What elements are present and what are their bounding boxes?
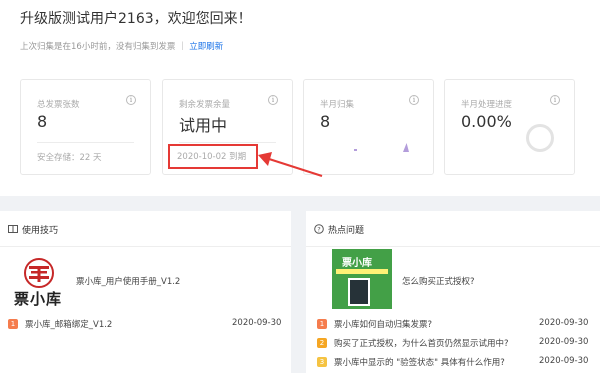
card-divider bbox=[37, 142, 134, 143]
faq-thumbnail[interactable]: 票小库 bbox=[332, 249, 392, 309]
svg-text:?: ? bbox=[317, 226, 320, 234]
rank-badge: 2 bbox=[317, 338, 327, 348]
rank-badge: 1 bbox=[317, 319, 327, 329]
card-title: 剩余发票余量 bbox=[179, 100, 231, 110]
tips-panel: 使用技巧 票小库 票小库_用户使用手册_V1.2 1 票小库_邮箱绑定_V1.2… bbox=[0, 211, 291, 373]
tips-panel-header: 使用技巧 bbox=[0, 211, 291, 247]
item-date: 2020-09-30 bbox=[539, 318, 589, 328]
list-item[interactable]: 2 购买了正式授权，为什么首页仍然显示试用中? 2020-09-30 bbox=[317, 337, 597, 351]
info-icon[interactable]: i bbox=[409, 95, 419, 105]
book-icon bbox=[8, 225, 18, 233]
item-link[interactable]: 票小库中显示的 "验签状态" 具体有什么作用? bbox=[334, 356, 505, 368]
featured-faq-link[interactable]: 怎么购买正式授权? bbox=[402, 275, 475, 287]
rank-badge: 3 bbox=[317, 357, 327, 367]
last-collection-text: 上次归集是在16小时前，没有归集到发票 ｜ bbox=[20, 42, 187, 52]
card-divider bbox=[179, 142, 276, 143]
list-item[interactable]: 3 票小库中显示的 "验签状态" 具体有什么作用? 2020-09-30 bbox=[317, 356, 597, 370]
card-value: 0.00% bbox=[461, 112, 512, 131]
card-value: 8 bbox=[320, 112, 331, 131]
card-footer: 安全存储：22 天 bbox=[37, 153, 102, 163]
item-link[interactable]: 票小库_邮箱绑定_V1.2 bbox=[25, 318, 112, 330]
welcome-title: 升级版测试用户2163，欢迎您回来！ bbox=[20, 11, 252, 27]
progress-ring bbox=[526, 124, 554, 152]
info-icon[interactable]: i bbox=[126, 95, 136, 105]
faq-title: 热点问题 bbox=[328, 226, 365, 236]
thumbnail-banner bbox=[336, 269, 388, 274]
expiry-date-text: 2020-10-02 到期 bbox=[177, 152, 247, 162]
last-collection-info: 上次归集是在16小时前，没有归集到发票 ｜ 立即刷新 bbox=[20, 40, 223, 52]
thumbnail-title: 票小库 bbox=[342, 258, 372, 269]
user-manual-link[interactable]: 票小库_用户使用手册_V1.2 bbox=[76, 275, 180, 287]
card-title: 半月处理进度 bbox=[461, 100, 513, 110]
card-value: 试用中 bbox=[179, 116, 228, 135]
item-date: 2020-09-30 bbox=[232, 318, 282, 328]
faq-panel: ? 热点问题 票小库 怎么购买正式授权? 1 票小库如何自动归集发票? 2020… bbox=[306, 211, 600, 373]
card-half-month-collected: 半月归集 i 8 bbox=[303, 79, 434, 175]
refresh-now-link[interactable]: 立即刷新 bbox=[189, 42, 223, 52]
card-half-month-progress: 半月处理进度 i 0.00% bbox=[444, 79, 575, 175]
rank-badge: 1 bbox=[8, 319, 18, 329]
item-date: 2020-09-30 bbox=[539, 337, 589, 347]
thumbnail-phone-icon bbox=[348, 278, 370, 306]
question-circle-icon: ? bbox=[314, 224, 324, 234]
item-link[interactable]: 票小库如何自动归集发票? bbox=[334, 318, 432, 330]
info-icon[interactable]: i bbox=[268, 95, 278, 105]
card-value: 8 bbox=[37, 112, 48, 131]
card-title: 半月归集 bbox=[320, 100, 355, 110]
card-total-invoices: 总发票张数 i 8 安全存储：22 天 bbox=[20, 79, 151, 175]
faq-panel-header: ? 热点问题 bbox=[306, 211, 600, 247]
card-title: 总发票张数 bbox=[37, 100, 80, 110]
list-item[interactable]: 1 票小库如何自动归集发票? 2020-09-30 bbox=[317, 318, 597, 332]
overview-section: 升级版测试用户2163，欢迎您回来！ 上次归集是在16小时前，没有归集到发票 ｜… bbox=[0, 0, 600, 196]
list-item[interactable]: 1 票小库_邮箱绑定_V1.2 2020-09-30 bbox=[8, 318, 284, 332]
info-icon[interactable]: i bbox=[550, 95, 560, 105]
item-link[interactable]: 购买了正式授权，为什么首页仍然显示试用中? bbox=[334, 337, 509, 349]
item-date: 2020-09-30 bbox=[539, 356, 589, 366]
logo-text: 票小库 bbox=[14, 290, 63, 308]
sparkline-bar bbox=[354, 149, 357, 151]
tips-title: 使用技巧 bbox=[22, 226, 59, 236]
